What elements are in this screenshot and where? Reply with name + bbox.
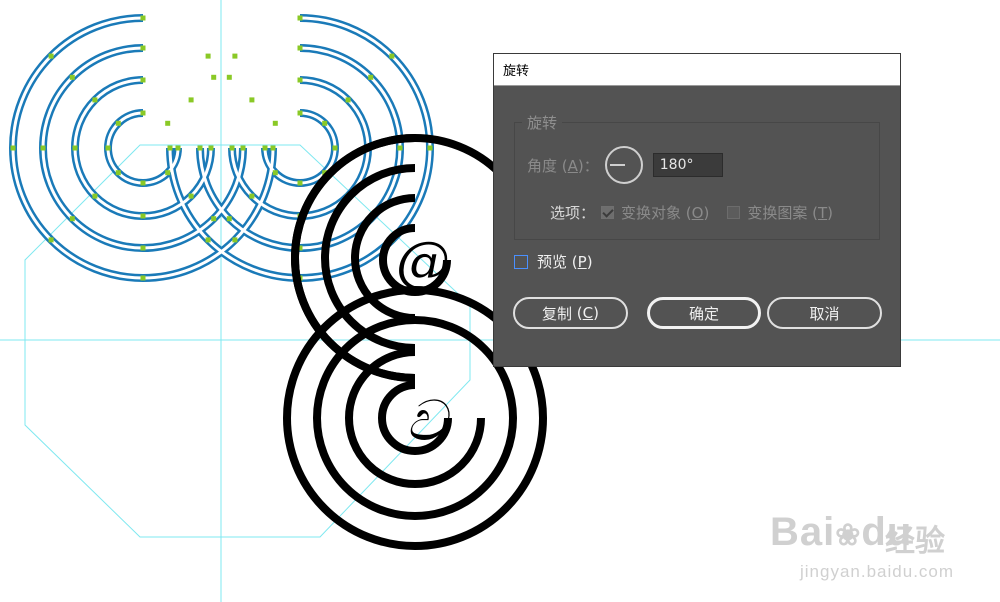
rotate-group-legend: 旋转 bbox=[522, 112, 563, 133]
anchor-point[interactable] bbox=[175, 145, 181, 151]
transform-patterns-checkbox[interactable] bbox=[727, 206, 741, 219]
anchor-point[interactable] bbox=[115, 120, 121, 126]
anchor-point[interactable] bbox=[226, 216, 232, 222]
anchor-point[interactable] bbox=[140, 110, 146, 116]
angle-label: 角度 (A)： bbox=[527, 156, 599, 175]
anchor-point[interactable] bbox=[297, 15, 303, 21]
anchor-point[interactable] bbox=[69, 216, 75, 222]
anchor-point[interactable] bbox=[272, 120, 278, 126]
angle-row: 角度 (A)： bbox=[527, 146, 723, 184]
anchor-point[interactable] bbox=[205, 237, 211, 243]
anchor-point[interactable] bbox=[92, 193, 98, 199]
anchor-point[interactable] bbox=[72, 145, 78, 151]
anchor-point[interactable] bbox=[397, 145, 403, 151]
anchor-point[interactable] bbox=[140, 45, 146, 51]
anchor-point[interactable] bbox=[197, 145, 203, 151]
anchor-point[interactable] bbox=[105, 145, 111, 151]
glyph-script: ව bbox=[406, 389, 452, 454]
anchor-point[interactable] bbox=[115, 170, 121, 176]
anchor-point[interactable] bbox=[140, 275, 146, 281]
preview-label[interactable]: 预览 (P) bbox=[537, 251, 593, 272]
ok-button[interactable]: 确定 bbox=[647, 297, 761, 329]
anchor-point[interactable] bbox=[140, 15, 146, 21]
anchor-point[interactable] bbox=[165, 120, 171, 126]
options-row: 选项： 变换对象 (O) 变换图案 (T) bbox=[550, 202, 833, 223]
anchor-point[interactable] bbox=[208, 145, 214, 151]
anchor-point[interactable] bbox=[240, 145, 246, 151]
anchor-point[interactable] bbox=[297, 45, 303, 51]
copy-button[interactable]: 复制 (C) bbox=[513, 297, 628, 329]
anchor-point[interactable] bbox=[332, 145, 338, 151]
anchor-point[interactable] bbox=[297, 110, 303, 116]
preview-row: 预览 (P) bbox=[514, 251, 593, 272]
anchor-point[interactable] bbox=[232, 237, 238, 243]
anchor-point[interactable] bbox=[48, 53, 54, 59]
anchor-point[interactable] bbox=[297, 77, 303, 83]
anchor-point[interactable] bbox=[140, 77, 146, 83]
anchor-point[interactable] bbox=[205, 53, 211, 59]
anchor-point[interactable] bbox=[140, 245, 146, 251]
anchor-point[interactable] bbox=[167, 145, 173, 151]
anchor-point[interactable] bbox=[229, 145, 235, 151]
transform-objects-checkbox[interactable] bbox=[601, 206, 615, 219]
anchor-point[interactable] bbox=[40, 145, 46, 151]
glyph-at: @ bbox=[396, 230, 450, 293]
cancel-button[interactable]: 取消 bbox=[767, 297, 882, 329]
anchor-point[interactable] bbox=[249, 193, 255, 199]
anchor-point[interactable] bbox=[10, 145, 16, 151]
anchor-point[interactable] bbox=[140, 213, 146, 219]
anchor-point[interactable] bbox=[297, 180, 303, 186]
preview-checkbox[interactable] bbox=[514, 254, 528, 269]
dialog-title: 旋转 bbox=[503, 64, 530, 79]
anchor-point[interactable] bbox=[188, 193, 194, 199]
anchor-point[interactable] bbox=[165, 170, 171, 176]
anchor-point[interactable] bbox=[232, 53, 238, 59]
paw-icon: ❀ bbox=[835, 519, 862, 552]
angle-input[interactable] bbox=[652, 153, 723, 177]
anchor-point[interactable] bbox=[226, 74, 232, 80]
anchor-point[interactable] bbox=[249, 97, 255, 103]
anchor-point[interactable] bbox=[368, 74, 374, 80]
anchor-point[interactable] bbox=[211, 74, 217, 80]
anchor-point[interactable] bbox=[272, 170, 278, 176]
watermark-product: 经验 bbox=[885, 525, 945, 558]
transform-patterns-label: 变换图案 (T) bbox=[747, 204, 833, 222]
anchor-point[interactable] bbox=[48, 237, 54, 243]
anchor-point[interactable] bbox=[389, 53, 395, 59]
anchor-point[interactable] bbox=[188, 97, 194, 103]
rotate-dialog: 旋转 旋转 角度 (A)： 选项： 变换对象 (O) 变换图案 (T) 预览 (… bbox=[493, 53, 901, 367]
anchor-point[interactable] bbox=[270, 145, 276, 151]
anchor-point[interactable] bbox=[262, 145, 268, 151]
options-label: 选项： bbox=[550, 204, 596, 222]
anchor-point[interactable] bbox=[211, 216, 217, 222]
anchor-point[interactable] bbox=[92, 97, 98, 103]
anchor-point[interactable] bbox=[345, 97, 351, 103]
anchor-point[interactable] bbox=[140, 180, 146, 186]
anchor-point[interactable] bbox=[69, 74, 75, 80]
anchor-point[interactable] bbox=[427, 145, 433, 151]
anchor-point[interactable] bbox=[322, 120, 328, 126]
angle-dial-icon[interactable] bbox=[604, 146, 643, 184]
dialog-titlebar[interactable]: 旋转 bbox=[494, 54, 900, 86]
transform-objects-label: 变换对象 (O) bbox=[621, 204, 710, 222]
watermark-url: jingyan.baidu.com bbox=[800, 562, 955, 581]
